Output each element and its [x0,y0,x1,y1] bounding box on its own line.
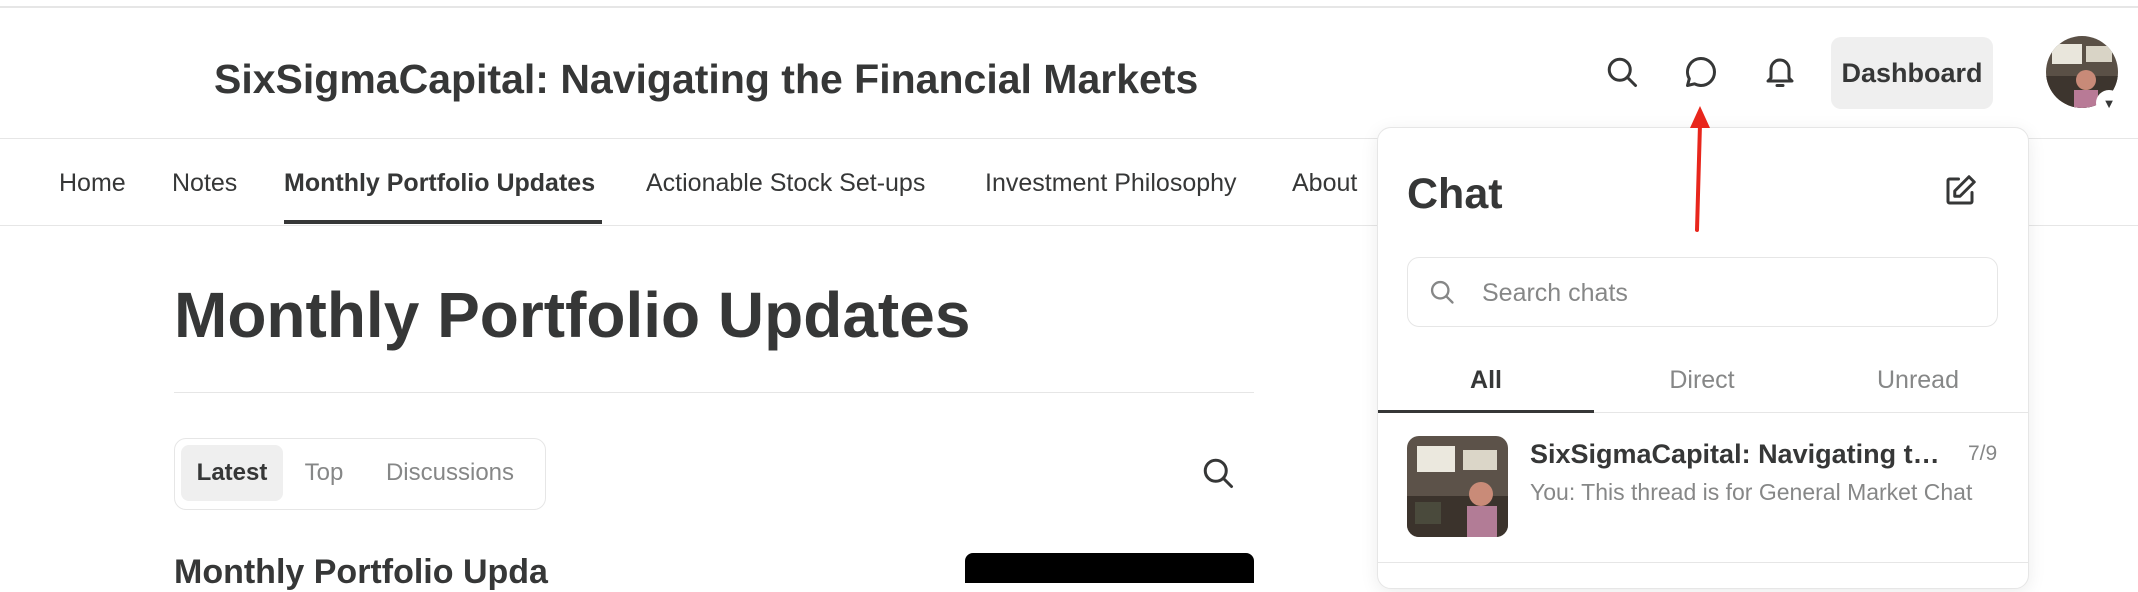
thread-name: SixSigmaCapital: Navigating the Financia… [1530,439,1940,469]
compose-icon[interactable] [1942,173,1978,209]
tab-unread[interactable]: Unread [1810,366,2026,395]
dashboard-button[interactable]: Dashboard [1831,37,1993,109]
chat-search-input[interactable] [1480,258,1984,328]
nav-item-monthly-portfolio-updates[interactable]: Monthly Portfolio Updates [284,169,595,198]
nav-item-investment-philosophy[interactable]: Investment Philosophy [985,169,1237,198]
arrow-up-icon [1680,100,1720,234]
thread-divider [1378,562,2028,563]
filter-top[interactable]: Top [289,445,359,501]
thread-preview: You: This thread is for General Market C… [1530,479,1973,505]
filter-discussions[interactable]: Discussions [365,445,535,501]
bell-icon[interactable] [1762,54,1798,90]
post-title[interactable]: Monthly Portfolio Upda [174,553,548,592]
feed-filter: Latest Top Discussions [174,438,546,510]
title-divider [174,392,1254,393]
chat-title: Chat [1407,170,1503,218]
publication-title[interactable]: SixSigmaCapital: Navigating the Financia… [214,56,1198,103]
active-tab-indicator [284,220,602,224]
tab-all[interactable]: All [1378,366,1594,395]
tab-direct[interactable]: Direct [1594,366,1810,395]
chat-icon[interactable] [1683,54,1719,90]
nav-item-notes[interactable]: Notes [172,169,237,198]
nav-item-home[interactable]: Home [59,169,126,198]
nav-item-actionable-stock-setups[interactable]: Actionable Stock Set-ups [646,169,925,198]
chat-thread-item[interactable]: SixSigmaCapital: Navigating the Financia… [1378,413,2028,563]
filter-latest[interactable]: Latest [181,445,283,501]
thread-date: 7/9 [1968,442,1998,465]
nav-item-about[interactable]: About [1292,169,1357,198]
site-header: SixSigmaCapital: Navigating the Financia… [0,8,2138,139]
post-action-button[interactable] [965,553,1254,583]
chevron-down-icon[interactable]: ▼ [2096,90,2122,116]
page-title: Monthly Portfolio Updates [174,279,971,351]
search-icon[interactable] [1604,54,1640,90]
chat-search-field[interactable] [1407,257,1998,328]
feed-search-icon[interactable] [1200,455,1236,491]
thread-thumbnail [1407,436,1508,537]
search-icon [1428,278,1456,306]
